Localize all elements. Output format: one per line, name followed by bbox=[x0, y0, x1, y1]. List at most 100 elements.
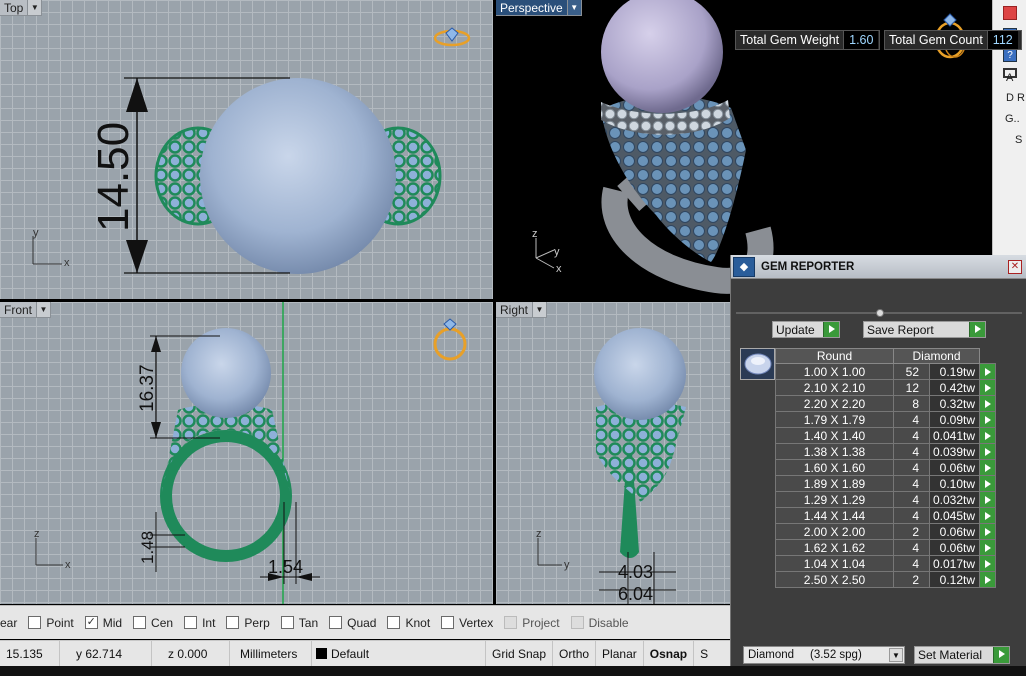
material-select[interactable]: Diamond (3.52 spg) ▼ bbox=[743, 646, 905, 664]
osnap-checkbox[interactable] bbox=[441, 616, 455, 629]
osnap-vertex[interactable]: Vertex bbox=[441, 616, 493, 630]
gem-weight: 0.032tw bbox=[928, 491, 981, 508]
viewport-top[interactable]: Top ▼ 14.50 y x bbox=[0, 0, 493, 299]
status-osnap[interactable]: Osnap bbox=[644, 641, 695, 666]
osnap-tan[interactable]: Tan bbox=[280, 616, 318, 630]
gem-shape-thumbnail[interactable] bbox=[740, 348, 775, 380]
update-button[interactable]: Update bbox=[772, 321, 840, 338]
osnap-checkbox[interactable] bbox=[329, 616, 343, 629]
gem-size: 1.89 X 1.89 bbox=[775, 475, 894, 492]
row-select-arrow-icon[interactable] bbox=[979, 523, 997, 540]
dimension-front-height: 16.37 bbox=[137, 364, 158, 412]
row-select-arrow-icon[interactable] bbox=[979, 507, 997, 524]
axis-indicator bbox=[32, 236, 62, 265]
gem-row: 1.00 X 1.00 52 0.19tw bbox=[775, 363, 997, 380]
gem-reporter-titlebar[interactable]: ◆ GEM REPORTER ✕ bbox=[731, 255, 1026, 279]
osnap-checkbox[interactable] bbox=[133, 616, 147, 629]
osnap-ear[interactable]: ear bbox=[0, 616, 17, 630]
osnap-label: Perp bbox=[244, 615, 270, 630]
row-select-arrow-icon[interactable] bbox=[979, 443, 997, 460]
osnap-checkbox[interactable] bbox=[184, 616, 198, 629]
chevron-down-icon[interactable]: ▼ bbox=[532, 302, 547, 317]
osnap-project[interactable]: Project bbox=[504, 616, 560, 630]
close-icon[interactable]: ✕ bbox=[1008, 259, 1022, 274]
gem-reporter-icon: ◆ bbox=[733, 256, 755, 277]
viewport-tab-right[interactable]: Right ▼ bbox=[496, 302, 548, 318]
gem-row: 2.10 X 2.10 12 0.42tw bbox=[775, 379, 997, 396]
total-count-value: 112 bbox=[986, 31, 1018, 49]
viewport-right[interactable]: Right ▼ 4.03 6.04 z y bbox=[496, 302, 730, 604]
total-weight-box: Total Gem Weight 1.60 bbox=[735, 30, 880, 50]
toolbar-letter-s[interactable]: S bbox=[1015, 134, 1022, 146]
header-spacer bbox=[979, 348, 996, 364]
gem-reporter-title: GEM REPORTER bbox=[761, 260, 855, 273]
chevron-down-icon[interactable]: ▼ bbox=[27, 0, 42, 15]
gem-count: 4 bbox=[893, 443, 930, 460]
osnap-int[interactable]: Int bbox=[184, 616, 215, 630]
status-units[interactable]: Millimeters bbox=[230, 641, 312, 666]
axis-z-label: z bbox=[34, 528, 40, 540]
total-count-label: Total Gem Count bbox=[889, 33, 983, 47]
set-material-button[interactable]: Set Material bbox=[914, 646, 1010, 664]
osnap-checkbox[interactable] bbox=[504, 616, 518, 629]
gem-row: 1.44 X 1.44 4 0.045tw bbox=[775, 507, 997, 524]
gem-size: 1.04 X 1.04 bbox=[775, 555, 894, 572]
status-planar[interactable]: Planar bbox=[596, 641, 644, 666]
viewport-tab-perspective[interactable]: Perspective ▼ bbox=[496, 0, 582, 16]
toolbar-icon-1[interactable] bbox=[1003, 6, 1017, 20]
gem-weight: 0.06tw bbox=[928, 539, 981, 556]
row-select-arrow-icon[interactable] bbox=[979, 475, 997, 492]
row-select-arrow-icon[interactable] bbox=[979, 379, 997, 396]
status-smarttrack[interactable]: S bbox=[694, 641, 714, 666]
help-icon[interactable]: ? bbox=[1003, 48, 1017, 62]
row-select-arrow-icon[interactable] bbox=[979, 395, 997, 412]
osnap-checkbox[interactable] bbox=[387, 616, 401, 629]
row-select-arrow-icon[interactable] bbox=[979, 411, 997, 428]
row-select-arrow-icon[interactable] bbox=[979, 427, 997, 444]
osnap-label: Int bbox=[202, 615, 216, 630]
row-select-arrow-icon[interactable] bbox=[979, 459, 997, 476]
row-select-arrow-icon[interactable] bbox=[979, 491, 997, 508]
status-layer[interactable]: Default bbox=[312, 641, 486, 666]
osnap-bar: ear Point ✓ Mid Cen Int Perp Tan Quad Knot Vertex P… bbox=[0, 605, 730, 639]
dimension-right-b: 6.04 bbox=[618, 584, 653, 604]
gem-size: 1.79 X 1.79 bbox=[775, 411, 894, 428]
taskbar-strip bbox=[0, 666, 1026, 676]
toolbar-letter-a[interactable]: A bbox=[1006, 72, 1013, 84]
gem-count: 4 bbox=[893, 539, 930, 556]
viewport-label: Perspective bbox=[500, 0, 563, 15]
panel-slider[interactable] bbox=[736, 309, 1022, 317]
row-select-arrow-icon[interactable] bbox=[979, 555, 997, 572]
dimension-top: 14.50 bbox=[89, 122, 138, 232]
osnap-checkbox[interactable] bbox=[570, 616, 584, 629]
toolbar-letter-r[interactable]: R bbox=[1017, 92, 1025, 104]
osnap-checkbox[interactable] bbox=[226, 616, 240, 629]
viewport-front[interactable]: Front ▼ 16.37 1.48 1.54 z x bbox=[0, 302, 493, 604]
osnap-cen[interactable]: Cen bbox=[133, 616, 173, 630]
osnap-checkbox[interactable] bbox=[28, 616, 42, 629]
chevron-down-icon[interactable]: ▼ bbox=[889, 648, 903, 662]
osnap-point[interactable]: Point bbox=[28, 616, 74, 630]
save-report-button[interactable]: Save Report bbox=[863, 321, 986, 338]
chevron-down-icon[interactable]: ▼ bbox=[566, 0, 581, 15]
viewport-tab-front[interactable]: Front ▼ bbox=[0, 302, 52, 318]
viewport-tab-top[interactable]: Top ▼ bbox=[0, 0, 43, 16]
toolbar-letter-d[interactable]: D bbox=[1006, 92, 1014, 104]
status-z-coord: z 0.000 bbox=[152, 641, 230, 666]
osnap-disable[interactable]: Disable bbox=[570, 616, 629, 630]
osnap-knot[interactable]: Knot bbox=[387, 616, 430, 630]
row-select-arrow-icon[interactable] bbox=[979, 363, 997, 380]
osnap-quad[interactable]: Quad bbox=[329, 616, 376, 630]
osnap-checkbox[interactable]: ✓ bbox=[84, 616, 98, 629]
gem-count: 2 bbox=[893, 571, 930, 588]
toolbar-letter-g[interactable]: G.. bbox=[1005, 113, 1020, 125]
chevron-down-icon[interactable]: ▼ bbox=[36, 302, 51, 317]
axis-indicator bbox=[35, 538, 63, 566]
status-grid-snap[interactable]: Grid Snap bbox=[486, 641, 554, 666]
status-ortho[interactable]: Ortho bbox=[553, 641, 597, 666]
osnap-checkbox[interactable] bbox=[280, 616, 294, 629]
row-select-arrow-icon[interactable] bbox=[979, 571, 997, 588]
osnap-mid[interactable]: ✓ Mid bbox=[84, 616, 122, 630]
osnap-perp[interactable]: Perp bbox=[226, 615, 270, 630]
row-select-arrow-icon[interactable] bbox=[979, 539, 997, 556]
